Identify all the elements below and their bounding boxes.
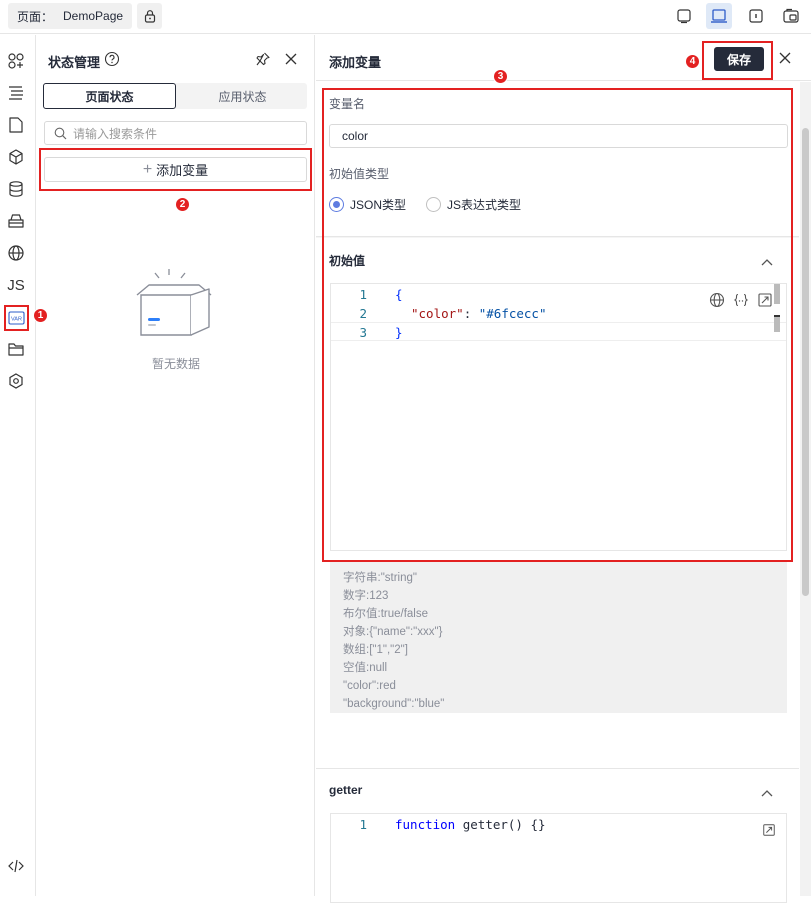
hint-line: 布尔值:true/false <box>343 608 428 620</box>
empty-state-text: 暂无数据 <box>151 357 200 371</box>
close-add-variable-button[interactable] <box>778 51 792 68</box>
annotation-badge-4: 4 <box>685 54 700 69</box>
add-variable-header: 添加变量 保存 <box>316 35 811 81</box>
datasource-button[interactable] <box>5 178 27 200</box>
chevron-up-icon <box>761 790 773 797</box>
search-icon <box>54 127 67 140</box>
getter-code-editor[interactable]: 1 function getter() {} <box>330 813 787 903</box>
laptop-icon <box>711 9 727 23</box>
code-icon <box>8 859 24 873</box>
outline-button[interactable] <box>5 82 27 104</box>
panel-scrollbar[interactable] <box>800 82 811 896</box>
variable-button[interactable]: VAR <box>4 305 29 331</box>
search-input[interactable]: 请输入搜索条件 <box>44 121 307 145</box>
close-panel-button[interactable] <box>283 51 299 70</box>
mobile-icon <box>749 9 763 23</box>
code-line: 1 function getter() {} <box>331 817 788 836</box>
tablet-view-button[interactable] <box>671 3 697 29</box>
tab-app-state[interactable]: 应用状态 <box>176 83 309 109</box>
split-view-icon <box>783 8 799 23</box>
getter-section: getter 1 function getter() {} <box>316 769 799 903</box>
block-button[interactable] <box>5 146 27 168</box>
page-name: DemoPage <box>63 9 124 23</box>
lock-icon <box>144 10 155 23</box>
add-variable-label: 添加变量 <box>156 163 209 178</box>
hint-line: 空值:null <box>343 662 388 674</box>
plus-icon: + <box>142 160 153 178</box>
value-format-hints: 字符串:"string" 数字:123 布尔值:true/false 对象:{"… <box>330 561 787 713</box>
search-placeholder: 请输入搜索条件 <box>73 126 158 141</box>
hint-line: "background":"blue" <box>343 698 445 710</box>
state-tabs: 页面状态 应用状态 <box>43 83 307 109</box>
collapse-getter-button[interactable] <box>761 785 773 800</box>
laptop-view-button[interactable] <box>706 3 732 29</box>
i18n-button[interactable] <box>5 242 27 264</box>
annotation-badge-1: 1 <box>33 308 48 323</box>
add-variable-button[interactable]: + 添加变量 <box>44 157 307 182</box>
split-view-button[interactable] <box>778 3 804 29</box>
hint-line: 数字:123 <box>343 590 389 602</box>
getter-title: getter <box>329 783 363 797</box>
tablet-icon <box>677 9 691 24</box>
state-management-panel: 状态管理 页面状态 应用状态 请输入搜索条件 + 添加变量 暂无数据 <box>37 35 315 896</box>
hint-line: 数组:["1","2"] <box>343 644 408 656</box>
plugin-icon <box>9 373 23 389</box>
source-code-button[interactable] <box>5 855 27 877</box>
components-button[interactable] <box>5 50 27 72</box>
pin-icon <box>256 52 270 66</box>
hint-line: "color":red <box>343 680 396 692</box>
close-icon <box>779 52 791 64</box>
add-variable-title: 添加变量 <box>329 55 382 70</box>
pin-button[interactable] <box>255 51 271 70</box>
empty-box-icon <box>136 269 212 336</box>
mobile-view-button[interactable] <box>743 3 769 29</box>
panel-title: 状态管理 <box>48 55 101 70</box>
empty-illustration <box>133 267 215 342</box>
annotation-badge-2: 2 <box>175 197 190 212</box>
outline-icon <box>9 86 23 100</box>
bridge-icon <box>8 214 24 228</box>
close-icon <box>285 53 297 65</box>
code-text: function getter() {} <box>395 817 546 832</box>
annotation-badge-3: 3 <box>493 69 508 84</box>
save-button[interactable]: 保存 <box>714 47 764 71</box>
hint-line: 字符串:"string" <box>343 572 417 584</box>
scrollbar-thumb[interactable] <box>802 128 809 596</box>
datasource-icon <box>9 181 23 197</box>
left-activity-bar: JS VAR <box>0 35 36 896</box>
help-icon <box>104 51 120 67</box>
lock-button[interactable] <box>137 3 162 29</box>
variable-icon: VAR <box>8 311 25 325</box>
tab-page-state[interactable]: 页面状态 <box>43 83 176 109</box>
code-rest: getter() {} <box>455 817 546 832</box>
i18n-icon <box>8 245 24 261</box>
page-button[interactable] <box>5 114 27 136</box>
top-toolbar: 页面： DemoPage <box>0 0 811 34</box>
folder-button[interactable] <box>5 338 27 360</box>
svg-text:VAR: VAR <box>11 317 22 323</box>
help-button[interactable] <box>104 51 120 70</box>
annotation-frame-3 <box>322 88 793 562</box>
page-selector[interactable]: 页面： DemoPage <box>8 3 132 29</box>
block-icon <box>9 149 23 165</box>
hint-line: 对象:{"name":"xxx"} <box>343 626 443 638</box>
line-number: 1 <box>359 817 367 832</box>
components-icon <box>8 53 24 69</box>
bridge-button[interactable] <box>5 210 27 232</box>
js-icon: JS <box>7 276 25 294</box>
page-icon <box>9 117 23 133</box>
js-button[interactable]: JS <box>5 274 27 296</box>
code-keyword: function <box>395 817 456 832</box>
fullscreen-icon[interactable] <box>762 823 776 837</box>
plugin-button[interactable] <box>5 370 27 392</box>
page-label: 页面： <box>17 9 54 24</box>
folder-icon <box>8 343 24 356</box>
